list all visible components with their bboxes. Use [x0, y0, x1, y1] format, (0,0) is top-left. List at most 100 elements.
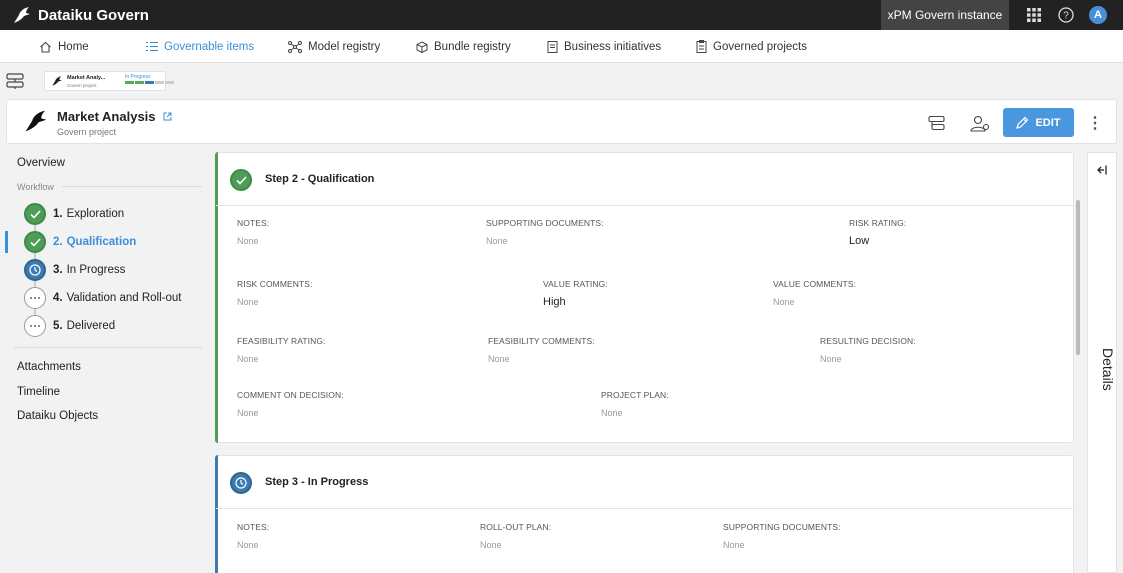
field-value: None	[601, 408, 623, 418]
field-label: FEASIBILITY COMMENTS:	[488, 336, 595, 346]
field-label: SUPPORTING DOCUMENTS:	[486, 218, 604, 228]
field-label: VALUE COMMENTS:	[773, 279, 857, 289]
nav-model-registry[interactable]: Model registry	[288, 30, 380, 63]
nav-business-initiatives-label: Business initiatives	[564, 40, 662, 53]
sidebar-divider	[14, 347, 202, 348]
sidebar-step-in-progress[interactable]: 3. In Progress	[24, 259, 125, 281]
thumb-title: Market Analy...	[67, 75, 106, 81]
workflow-label: Workflow	[17, 182, 54, 192]
dataiku-bird-icon	[14, 7, 30, 23]
external-link-icon[interactable]	[163, 112, 172, 121]
thumb-subtitle: Govern project	[67, 83, 97, 88]
details-panel[interactable]: Details	[1087, 152, 1117, 573]
field-label: RISK COMMENTS:	[237, 279, 313, 289]
sidebar-step-qualification[interactable]: 2. Qualification	[24, 231, 136, 253]
check-icon	[24, 231, 46, 253]
bird-logo-icon	[23, 109, 49, 136]
pending-dots-icon	[24, 287, 46, 309]
brand[interactable]: Dataiku Govern	[0, 6, 149, 24]
thumb-status: In Progress	[125, 74, 151, 80]
nav-governed-projects[interactable]: Governed projects	[696, 30, 807, 63]
nav-home-label: Home	[58, 40, 89, 53]
field-label: FEASIBILITY RATING:	[237, 336, 326, 346]
field-value: None	[820, 354, 842, 364]
field-label: COMMENT ON DECISION:	[237, 390, 344, 400]
svg-text:?: ?	[1063, 11, 1069, 22]
apps-grid-icon[interactable]	[1018, 0, 1050, 30]
user-permissions-icon[interactable]	[969, 112, 991, 134]
step-number: 2.	[53, 236, 63, 248]
clipboard-icon	[696, 40, 707, 53]
field-label: RESULTING DECISION:	[820, 336, 916, 346]
sidebar-step-exploration[interactable]: 1. Exploration	[24, 203, 124, 225]
nav-governed-projects-label: Governed projects	[713, 40, 807, 53]
more-options-icon[interactable]: ⋮	[1087, 112, 1103, 134]
check-icon	[230, 169, 252, 191]
thumb-progress	[125, 81, 174, 84]
step3-title: Step 3 - In Progress	[265, 476, 369, 488]
sidebar-attachments[interactable]: Attachments	[17, 361, 81, 373]
instance-name[interactable]: xPM Govern instance	[881, 0, 1009, 30]
field-label: ROLL-OUT PLAN:	[480, 522, 552, 532]
step-number: 3.	[53, 264, 63, 276]
sidebar-overview[interactable]: Overview	[17, 157, 65, 169]
nav-business-initiatives[interactable]: Business initiatives	[547, 30, 661, 63]
nav-bundle-registry[interactable]: Bundle registry	[416, 30, 511, 63]
hierarchy-bar: Market Analy... Govern project In Progre…	[0, 63, 1123, 97]
project-thumbnail[interactable]: Market Analy... Govern project In Progre…	[44, 71, 174, 91]
pencil-icon	[1016, 116, 1029, 129]
check-icon	[24, 203, 46, 225]
step-label: Validation and Roll-out	[66, 292, 182, 304]
sidebar-timeline[interactable]: Timeline	[17, 386, 60, 398]
help-icon[interactable]: ?	[1050, 0, 1082, 30]
nav-governable-items[interactable]: Governable items	[146, 30, 254, 63]
step-label: Exploration	[66, 208, 125, 220]
step-number: 4.	[53, 292, 63, 304]
field-value: None	[237, 408, 259, 418]
nav-model-registry-label: Model registry	[308, 40, 381, 53]
clock-icon	[230, 472, 252, 494]
sidebar-step-delivered[interactable]: 5. Delivered	[24, 315, 115, 337]
user-menu[interactable]: A	[1082, 0, 1114, 30]
step2-card: Step 2 - Qualification NOTES: None SUPPO…	[215, 152, 1074, 443]
page-subtitle: Govern project	[57, 127, 117, 137]
step-label: Qualification	[66, 236, 137, 248]
field-label: PROJECT PLAN:	[601, 390, 669, 400]
field-value: None	[723, 540, 745, 550]
nav-home[interactable]: Home	[39, 30, 89, 63]
model-network-icon	[288, 40, 302, 53]
field-value: Low	[849, 235, 870, 247]
main-scrollbar[interactable]	[1076, 200, 1080, 355]
clock-icon	[24, 259, 46, 281]
field-value: None	[237, 354, 259, 364]
field-label: SUPPORTING DOCUMENTS:	[723, 522, 841, 532]
field-value: None	[480, 540, 502, 550]
sidebar-dataiku-objects[interactable]: Dataiku Objects	[17, 410, 98, 422]
edit-button-label: EDIT	[1035, 116, 1061, 129]
field-value: None	[237, 540, 259, 550]
field-value: None	[237, 297, 259, 307]
edit-button[interactable]: EDIT	[1003, 108, 1074, 137]
nav-bundle-registry-label: Bundle registry	[434, 40, 511, 53]
workflow-divider	[62, 186, 202, 187]
field-label: VALUE RATING:	[543, 279, 608, 289]
field-value: None	[773, 297, 795, 307]
step2-header[interactable]: Step 2 - Qualification	[216, 153, 1073, 206]
field-label: NOTES:	[237, 522, 270, 532]
project-header: Market Analysis Govern project EDIT ⋮	[6, 99, 1117, 144]
sidebar-step-validation[interactable]: 4. Validation and Roll-out	[24, 287, 181, 309]
step3-header[interactable]: Step 3 - In Progress	[216, 456, 1073, 509]
bird-thumb-icon	[52, 76, 62, 86]
document-icon	[547, 40, 558, 53]
hierarchy-toggle-icon[interactable]	[6, 72, 24, 93]
expand-panel-icon[interactable]	[1097, 164, 1107, 178]
step-label: Delivered	[66, 320, 116, 332]
field-label: RISK RATING:	[849, 218, 907, 228]
page-title: Market Analysis	[57, 109, 156, 124]
hierarchy-icon[interactable]	[925, 112, 947, 134]
top-bar: Dataiku Govern xPM Govern instance ? A	[0, 0, 1123, 30]
step2-title: Step 2 - Qualification	[265, 173, 375, 185]
field-value: None	[237, 236, 259, 246]
step-label: In Progress	[66, 264, 126, 276]
avatar: A	[1089, 6, 1107, 24]
